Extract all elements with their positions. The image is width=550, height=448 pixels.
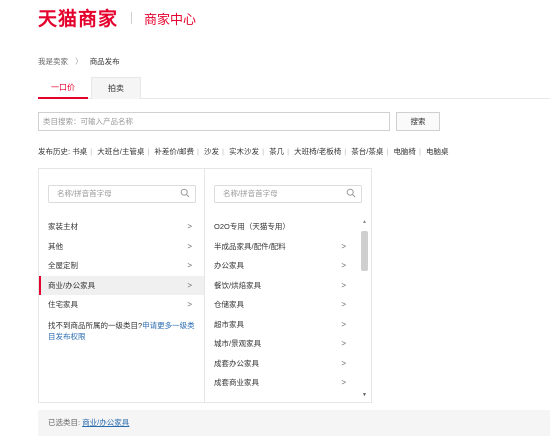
- level2-item[interactable]: 城市/景观家具 >: [205, 334, 371, 354]
- level2-item-label: 餐饮/烘焙家具: [214, 280, 262, 290]
- level2-item[interactable]: 超市家具 >: [205, 315, 371, 335]
- category-search-input[interactable]: 类目搜索：可输入产品名称: [38, 112, 390, 131]
- breadcrumb-separator: 〉: [75, 57, 83, 66]
- selected-category-label: 已选类目:: [48, 418, 81, 427]
- level1-item-label: 家装主材: [48, 222, 78, 231]
- level1-filter-placeholder: 名称/拼音首字母: [57, 189, 112, 198]
- chevron-right-icon: >: [187, 222, 192, 231]
- chevron-right-icon: >: [187, 261, 192, 270]
- level1-filter-input[interactable]: 名称/拼音首字母: [48, 185, 196, 203]
- scroll-up-arrow-icon[interactable]: ▲: [361, 219, 368, 226]
- level1-item[interactable]: 全屋定制 >: [39, 256, 204, 276]
- publish-history: 发布历史: 书桌 | 大班台/主管桌 | 补差价/邮费 | 沙发 | 实木沙发 | 茶几 |…: [38, 147, 449, 156]
- level2-list: O2O专用（天猫专用） 半成品家具/配件/配料 > 办公家具 > 餐饮/烘焙家具…: [205, 217, 371, 393]
- breadcrumb: 我是卖家 〉 商品发布: [38, 56, 120, 67]
- chevron-right-icon: >: [341, 358, 346, 368]
- history-item[interactable]: 沙发: [204, 147, 219, 156]
- chevron-right-icon: >: [341, 261, 346, 270]
- level1-item-label: 其他: [48, 241, 63, 251]
- level2-item-label: 办公家具: [214, 261, 244, 270]
- chevron-right-icon: >: [187, 241, 192, 251]
- chevron-right-icon: >: [341, 319, 346, 329]
- level1-item[interactable]: 住宅家具 >: [39, 295, 204, 315]
- level1-category-column: 名称/拼音首字母 家装主材 > 其他 > 全屋定制 > 商业/办公家具 > 住宅…: [39, 169, 205, 402]
- level1-item-label: 商业/办公家具: [48, 280, 96, 290]
- breadcrumb-home[interactable]: 我是卖家: [38, 57, 68, 66]
- level1-item-label: 住宅家具: [48, 300, 78, 309]
- chevron-right-icon: >: [187, 280, 192, 290]
- history-item[interactable]: 茶几: [269, 147, 284, 156]
- level1-item-selected[interactable]: 商业/办公家具 >: [39, 275, 204, 295]
- search-icon[interactable]: [180, 188, 190, 198]
- level2-item-label: 超市家具: [214, 319, 244, 329]
- level2-item-label: 仓储家具: [214, 300, 244, 309]
- level2-item[interactable]: 半成品家具/配件/配料 >: [205, 237, 371, 257]
- search-button[interactable]: 搜索: [396, 112, 440, 131]
- level2-item[interactable]: 成套办公家具 >: [205, 354, 371, 374]
- level1-item-label: 全屋定制: [48, 261, 78, 270]
- chevron-right-icon: >: [341, 300, 346, 309]
- level2-item-label: 半成品家具/配件/配料: [214, 241, 286, 251]
- level1-item[interactable]: 其他 >: [39, 237, 204, 257]
- search-icon[interactable]: [346, 188, 356, 198]
- publish-tabs: 一口价 拍卖: [38, 77, 550, 99]
- level2-item[interactable]: 成套商业家具 >: [205, 373, 371, 393]
- level2-scrollbar[interactable]: ▲ ▼: [361, 219, 368, 399]
- page-header: 天猫商家 商家中心: [0, 0, 550, 34]
- history-item[interactable]: 实木沙发: [229, 147, 259, 156]
- selected-category-bar: 已选类目: 商业/办公家具: [38, 410, 550, 436]
- chevron-right-icon: >: [341, 280, 346, 290]
- history-item[interactable]: 电脑椅: [393, 147, 416, 156]
- level2-item[interactable]: 办公家具 >: [205, 256, 371, 276]
- history-item[interactable]: 大班椅/老板椅: [294, 147, 341, 156]
- history-item[interactable]: 茶台/茶桌: [351, 147, 383, 156]
- history-item[interactable]: 补差价/邮费: [154, 147, 194, 156]
- level2-item-label: O2O专用（天猫专用）: [214, 222, 290, 231]
- level2-item-label: 成套商业家具: [214, 378, 259, 387]
- history-item[interactable]: 电脑桌: [426, 147, 449, 156]
- level2-category-column: 名称/拼音首字母 O2O专用（天猫专用） 半成品家具/配件/配料 > 办公家具 …: [205, 169, 371, 402]
- level2-item-label: 城市/景观家具: [214, 339, 262, 348]
- scroll-thumb[interactable]: [361, 231, 368, 271]
- missing-category-text: 找不到商品所属的一级类目?: [48, 321, 143, 330]
- chevron-right-icon: >: [187, 300, 192, 309]
- level2-item[interactable]: 餐饮/烘焙家具 >: [205, 276, 371, 296]
- scroll-down-arrow-icon[interactable]: ▼: [361, 392, 368, 399]
- chevron-right-icon: >: [341, 339, 346, 348]
- history-label: 发布历史:: [38, 147, 71, 156]
- level1-list: 家装主材 > 其他 > 全屋定制 > 商业/办公家具 > 住宅家具 >: [39, 217, 204, 315]
- history-item[interactable]: 书桌: [72, 147, 87, 156]
- level2-item[interactable]: O2O专用（天猫专用）: [205, 217, 371, 237]
- missing-category-note: 找不到商品所属的一级类目?申请更多一级类目发布权限: [48, 320, 198, 342]
- tab-fixed-price[interactable]: 一口价: [38, 77, 88, 99]
- merchant-center-title[interactable]: 商家中心: [144, 9, 196, 28]
- header-divider: [131, 12, 132, 24]
- level1-item[interactable]: 家装主材 >: [39, 217, 204, 237]
- chevron-right-icon: >: [341, 241, 346, 251]
- chevron-right-icon: >: [341, 378, 346, 387]
- breadcrumb-current: 商品发布: [89, 57, 120, 66]
- selected-category-value[interactable]: 商业/办公家具: [82, 418, 129, 427]
- history-item[interactable]: 大班台/主管桌: [97, 147, 144, 156]
- level2-item[interactable]: 仓储家具 >: [205, 295, 371, 315]
- level2-filter-placeholder: 名称/拼音首字母: [223, 189, 278, 198]
- level2-filter-input[interactable]: 名称/拼音首字母: [214, 185, 362, 203]
- tmall-logo[interactable]: 天猫商家: [38, 4, 118, 31]
- level2-item-label: 成套办公家具: [214, 358, 259, 368]
- tab-auction[interactable]: 拍卖: [91, 77, 141, 99]
- category-picker: 名称/拼音首字母 家装主材 > 其他 > 全屋定制 > 商业/办公家具 > 住宅…: [38, 168, 372, 403]
